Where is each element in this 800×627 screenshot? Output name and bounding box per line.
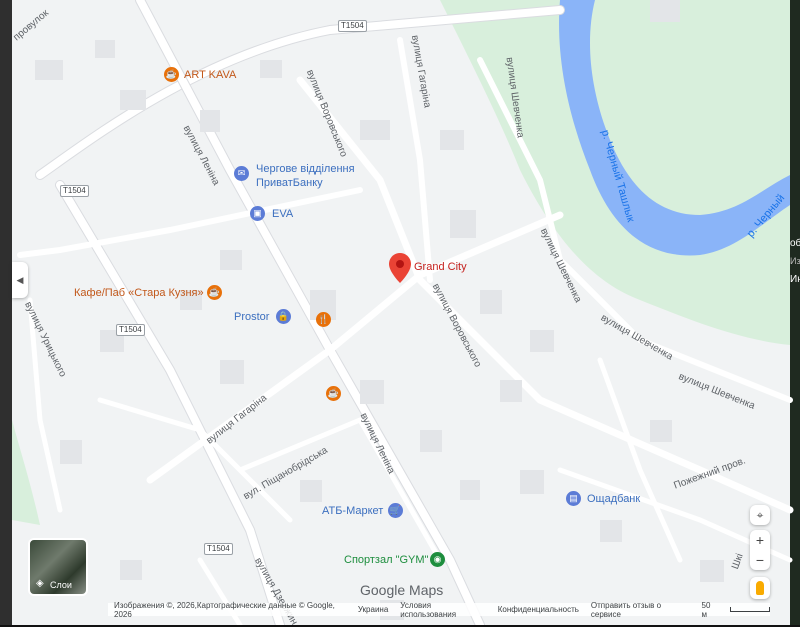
chevron-left-icon: ◀ bbox=[16, 274, 24, 285]
scale-label: 50 м bbox=[701, 600, 711, 619]
terms-link[interactable]: Условия использования bbox=[400, 601, 485, 619]
route-shield: T1504 bbox=[338, 20, 367, 32]
bank-icon[interactable]: ✉ bbox=[234, 166, 249, 181]
edge-text: Ин bbox=[790, 274, 800, 285]
zoom-in-button[interactable]: + bbox=[750, 530, 770, 550]
my-location-button[interactable]: ⌖ bbox=[750, 505, 770, 525]
street-view-button[interactable] bbox=[750, 577, 770, 599]
poi-label[interactable]: Ощадбанк bbox=[587, 493, 640, 505]
google-maps-logo: Google Maps bbox=[360, 582, 444, 598]
poi-label[interactable]: Grand City bbox=[414, 261, 467, 273]
route-shield: T1504 bbox=[116, 324, 145, 336]
crosshair-icon: ⌖ bbox=[756, 507, 764, 522]
location-pin-icon[interactable] bbox=[389, 253, 411, 283]
country-link[interactable]: Украина bbox=[358, 605, 388, 614]
map-layer bbox=[0, 0, 800, 625]
cafe-icon[interactable]: ☕ bbox=[207, 285, 222, 300]
feedback-link[interactable]: Отправить отзыв о сервисе bbox=[591, 601, 690, 619]
poi-label[interactable]: Кафе/Паб «Стара Кузня» bbox=[74, 287, 204, 299]
right-edge bbox=[790, 0, 800, 625]
cafe-icon[interactable]: ☕ bbox=[326, 386, 341, 401]
privacy-link[interactable]: Конфиденциальность bbox=[498, 605, 579, 614]
edge-text: об bbox=[790, 238, 800, 249]
shopping-cart-icon[interactable]: 🛒 bbox=[388, 503, 403, 518]
layers-label: Слои bbox=[50, 580, 72, 590]
edge-text: Изо bbox=[790, 256, 800, 266]
poi-label[interactable]: Чергове відділення bbox=[256, 163, 355, 175]
layers-button[interactable]: ◈ Слои bbox=[28, 538, 88, 596]
zoom-controls: + − bbox=[750, 530, 770, 570]
route-shield: T1504 bbox=[60, 185, 89, 197]
poi-label[interactable]: ПриватБанку bbox=[256, 177, 323, 189]
collapse-panel-button[interactable]: ◀ bbox=[12, 262, 28, 298]
zoom-out-button[interactable]: − bbox=[750, 550, 770, 570]
bank-icon[interactable]: ▤ bbox=[566, 491, 581, 506]
map-canvas[interactable]: провулок вулиця Воровського вулиця Гагар… bbox=[0, 0, 800, 627]
poi-label[interactable]: Спортзал "GYM" bbox=[344, 554, 428, 566]
scale-bar bbox=[729, 607, 770, 612]
poi-label[interactable]: Prostor bbox=[234, 311, 269, 323]
gym-icon[interactable]: ◉ bbox=[430, 552, 445, 567]
poi-label[interactable]: ART KAVA bbox=[184, 69, 236, 81]
cafe-icon[interactable]: ☕ bbox=[164, 67, 179, 82]
pegman-icon bbox=[756, 581, 764, 595]
left-edge bbox=[0, 0, 12, 625]
shop-icon[interactable]: 🔒 bbox=[276, 309, 291, 324]
shop-icon[interactable]: ▣ bbox=[250, 206, 265, 221]
layers-icon: ◈ bbox=[36, 578, 44, 589]
attribution-text: Изображения ©, 2026,Картографические дан… bbox=[114, 600, 335, 619]
footer-bar: Изображения ©, 2026,Картографические дан… bbox=[108, 600, 770, 619]
poi-label[interactable]: EVA bbox=[272, 208, 293, 220]
restaurant-icon[interactable]: 🍴 bbox=[316, 312, 331, 327]
poi-label[interactable]: АТБ-Маркет bbox=[322, 505, 383, 517]
route-shield: T1504 bbox=[204, 543, 233, 555]
